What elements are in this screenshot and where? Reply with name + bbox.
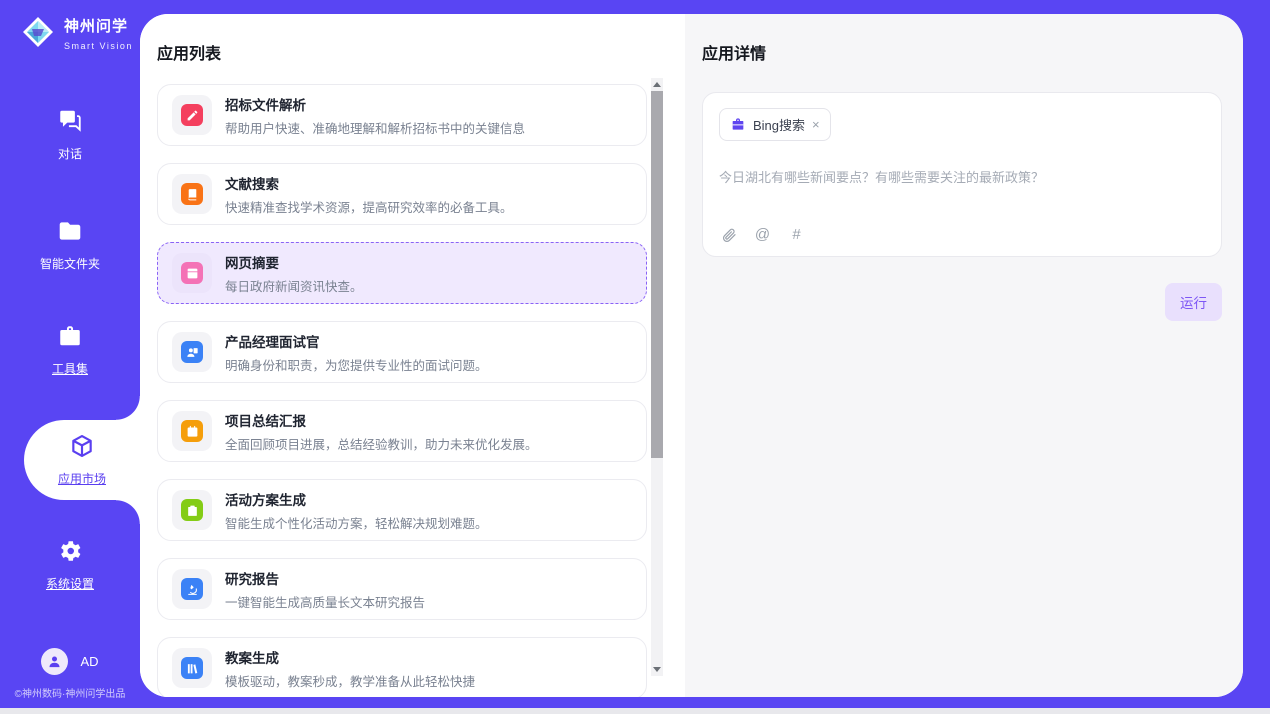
scrollbar-thumb[interactable] [651, 91, 663, 458]
sidebar: 神州问学 Smart Vision 对话智能文件夹工具集应用市场系统设置 AD … [0, 0, 140, 708]
bubble-notch [116, 500, 140, 524]
app-card-desc: 智能生成个性化活动方案，轻松解决规划难题。 [225, 513, 488, 532]
app-card-desc: 模板驱动，教案秒成，教学准备从此轻松快捷 [225, 671, 475, 690]
sidebar-item-3[interactable]: 应用市场 [24, 420, 140, 500]
app-icon-box [172, 95, 212, 135]
diamond-logo-icon [20, 14, 56, 55]
close-icon[interactable]: × [812, 118, 820, 131]
page-bottom-strip [0, 708, 1270, 714]
run-button[interactable]: 运行 [1165, 283, 1222, 321]
sidebar-item-4[interactable]: 系统设置 [0, 538, 140, 592]
app-list-scrollbar[interactable] [651, 78, 663, 676]
tool-tag-label: Bing搜索 [753, 115, 805, 134]
arrow-up-icon [653, 82, 661, 87]
input-toolbar: @ # [720, 226, 805, 243]
app-card-desc: 快速精准查找学术资源，提高研究效率的必备工具。 [225, 197, 513, 216]
app-card-7[interactable]: 教案生成模板驱动，教案秒成，教学准备从此轻松快捷 [157, 637, 647, 697]
book-icon [186, 188, 199, 201]
books-icon [186, 662, 199, 675]
app-card-title: 研究报告 [225, 568, 425, 588]
sidebar-item-label: 工具集 [0, 360, 140, 377]
app-card-0[interactable]: 招标文件解析帮助用户快速、准确地理解和解析招标书中的关键信息 [157, 84, 647, 146]
app-card-3[interactable]: 产品经理面试官明确身份和职责，为您提供专业性的面试问题。 [157, 321, 647, 383]
sidebar-item-label: 系统设置 [0, 575, 140, 592]
arrow-down-icon [653, 667, 661, 672]
app-detail-panel: 应用详情 Bing搜索 × 今日湖北有哪些新闻要点？有哪些需要关注的最新政策？ … [685, 14, 1243, 697]
gear-icon [57, 538, 83, 564]
research-icon [186, 583, 199, 596]
brand-name: 神州问学 [64, 18, 128, 35]
app-card-title: 教案生成 [225, 647, 475, 667]
app-icon-box [172, 411, 212, 451]
browser-code-icon [186, 267, 199, 280]
clipboard-check-icon [186, 504, 199, 517]
person-icon [47, 654, 62, 669]
folder-icon [57, 218, 83, 244]
app-icon-box [172, 174, 212, 214]
app-icon-box [172, 253, 212, 293]
prompt-input-card: Bing搜索 × 今日湖北有哪些新闻要点？有哪些需要关注的最新政策？ @ # [702, 92, 1222, 257]
app-card-title: 招标文件解析 [225, 94, 525, 114]
app-card-title: 网页摘要 [225, 252, 363, 272]
paperclip-icon[interactable] [720, 226, 737, 243]
sidebar-item-label: 对话 [0, 145, 140, 162]
interview-icon [186, 346, 199, 359]
app-icon-box [172, 648, 212, 688]
app-icon-box [172, 332, 212, 372]
toolbox-icon [57, 323, 83, 349]
app-card-title: 产品经理面试官 [225, 331, 488, 351]
sidebar-item-label: 应用市场 [24, 470, 140, 487]
pen-square-icon [186, 109, 199, 122]
at-icon[interactable]: @ [754, 226, 771, 243]
app-list-panel: 应用列表 招标文件解析帮助用户快速、准确地理解和解析招标书中的关键信息文献搜索快… [140, 14, 685, 697]
app-card-4[interactable]: 项目总结汇报全面回顾项目进展，总结经验教训，助力未来优化发展。 [157, 400, 647, 462]
hash-icon[interactable]: # [788, 226, 805, 243]
app-card-title: 文献搜索 [225, 173, 513, 193]
avatar[interactable] [41, 648, 68, 675]
sidebar-item-1[interactable]: 智能文件夹 [0, 218, 140, 272]
sidebar-footer: ©神州数码·神州问学出品 [0, 685, 140, 700]
app-card-desc: 全面回顾项目进展，总结经验教训，助力未来优化发展。 [225, 434, 538, 453]
app-card-title: 项目总结汇报 [225, 410, 538, 430]
cube-icon [69, 433, 95, 459]
app-card-desc: 每日政府新闻资讯快查。 [225, 276, 363, 295]
content-area: 应用列表 招标文件解析帮助用户快速、准确地理解和解析招标书中的关键信息文献搜索快… [140, 14, 1243, 697]
user-initials: AD [80, 654, 98, 669]
sidebar-item-2[interactable]: 工具集 [0, 323, 140, 377]
user-row[interactable]: AD [0, 648, 140, 675]
app-list: 招标文件解析帮助用户快速、准确地理解和解析招标书中的关键信息文献搜索快速精准查找… [157, 84, 647, 697]
sidebar-item-0[interactable]: 对话 [0, 108, 140, 162]
tool-tag-bing-search[interactable]: Bing搜索 × [719, 108, 831, 141]
sidebar-item-label: 智能文件夹 [0, 255, 140, 272]
app-card-1[interactable]: 文献搜索快速精准查找学术资源，提高研究效率的必备工具。 [157, 163, 647, 225]
bubble-notch [116, 396, 140, 420]
app-card-desc: 帮助用户快速、准确地理解和解析招标书中的关键信息 [225, 118, 525, 137]
scroll-down-button[interactable] [651, 663, 663, 676]
app-card-6[interactable]: 研究报告一键智能生成高质量长文本研究报告 [157, 558, 647, 620]
brand-subtitle: Smart Vision [64, 41, 133, 51]
app-card-2[interactable]: 网页摘要每日政府新闻资讯快查。 [157, 242, 647, 304]
app-card-desc: 明确身份和职责，为您提供专业性的面试问题。 [225, 355, 488, 374]
app-icon-box [172, 569, 212, 609]
app-detail-title: 应用详情 [702, 40, 1222, 64]
briefcase-icon [730, 117, 746, 133]
app-icon-box [172, 490, 212, 530]
scroll-up-button[interactable] [651, 78, 663, 91]
app-window: 神州问学 Smart Vision 对话智能文件夹工具集应用市场系统设置 AD … [0, 0, 1270, 708]
app-card-title: 活动方案生成 [225, 489, 488, 509]
app-card-5[interactable]: 活动方案生成智能生成个性化活动方案，轻松解决规划难题。 [157, 479, 647, 541]
app-list-title: 应用列表 [157, 40, 685, 64]
brand-logo: 神州问学 Smart Vision [20, 14, 140, 55]
app-card-desc: 一键智能生成高质量长文本研究报告 [225, 592, 425, 611]
chat-icon [57, 108, 83, 134]
calendar-icon [186, 425, 199, 438]
query-text-input[interactable]: 今日湖北有哪些新闻要点？有哪些需要关注的最新政策？ [719, 167, 1205, 186]
